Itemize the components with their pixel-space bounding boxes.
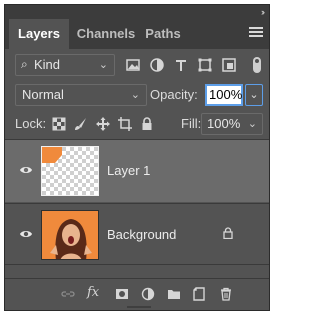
lock-icon <box>223 227 233 239</box>
tab-paths[interactable]: Paths <box>143 19 183 49</box>
tab-channels[interactable]: Channels <box>73 19 139 49</box>
lock-artboard-icon[interactable] <box>117 116 133 132</box>
panel-tabs: Layers Channels Paths <box>5 19 269 49</box>
lock-transparent-pixels-icon[interactable] <box>51 116 67 132</box>
chevron-down-icon: ⌄ <box>130 89 140 101</box>
search-icon: ⌕ <box>21 57 28 71</box>
chevron-down-icon: ⌄ <box>247 118 257 130</box>
layer-filter-row: ⌕ Kind ⌄ <box>5 51 269 79</box>
filter-toggle[interactable] <box>253 57 261 73</box>
resize-handle[interactable] <box>127 306 151 308</box>
type-filter-icon[interactable] <box>173 57 189 73</box>
panel-header: ›› <box>5 5 269 19</box>
fill-value: 100% <box>207 116 241 131</box>
blend-mode-select[interactable]: Normal ⌄ <box>15 84 147 106</box>
adjustment-filter-icon[interactable] <box>149 57 165 73</box>
opacity-label: Opacity: <box>150 87 198 102</box>
layer-row[interactable]: Background <box>5 203 269 265</box>
layer-thumbnail <box>41 210 99 260</box>
delete-icon[interactable] <box>219 287 233 301</box>
lock-image-pixels-icon[interactable] <box>73 116 89 132</box>
chevron-down-icon: ⌄ <box>249 89 259 101</box>
filter-kind-label: Kind <box>34 57 61 72</box>
opacity-slider-button[interactable]: ⌄ <box>245 84 263 106</box>
fill-select[interactable]: 100% ⌄ <box>201 113 263 135</box>
lock-row: Lock: Fill: 100% ⌄ <box>5 111 269 137</box>
add-mask-icon[interactable] <box>115 287 129 301</box>
layer-name: Layer 1 <box>107 163 151 178</box>
filter-kind-select[interactable]: ⌕ Kind ⌄ <box>15 54 115 76</box>
chevron-down-icon: ⌄ <box>98 59 108 71</box>
smart-object-filter-icon[interactable] <box>221 57 237 73</box>
panel-footer: fx <box>5 278 269 310</box>
portrait-image <box>42 211 98 259</box>
shape-filter-icon[interactable] <box>197 57 213 73</box>
fill-label: Fill: <box>181 116 202 131</box>
pixel-filter-icon[interactable] <box>125 57 141 73</box>
eye-icon[interactable] <box>19 164 33 176</box>
layer-thumbnail-art <box>42 147 62 163</box>
layer-thumbnail <box>41 146 99 196</box>
layers-panel: ›› Layers Channels Paths ⌕ Kind ⌄ Normal… <box>4 4 270 311</box>
new-layer-icon[interactable] <box>193 287 207 301</box>
link-layers-icon[interactable] <box>61 287 75 301</box>
new-group-icon[interactable] <box>167 287 181 301</box>
layer-row[interactable]: Layer 1 <box>5 140 269 202</box>
tab-layers[interactable]: Layers <box>9 19 69 49</box>
collapse-panel-icon[interactable]: ›› <box>261 7 265 17</box>
lock-all-icon[interactable] <box>139 116 155 132</box>
blend-row: Normal ⌄ Opacity: 100% ⌄ <box>5 81 269 109</box>
adjustment-layer-icon[interactable] <box>141 287 155 301</box>
eye-icon[interactable] <box>19 228 33 240</box>
fx-icon[interactable]: fx <box>87 285 101 300</box>
panel-menu-icon[interactable] <box>249 27 263 39</box>
lock-position-icon[interactable] <box>95 116 111 132</box>
opacity-input[interactable]: 100% <box>205 84 243 106</box>
lock-label: Lock: <box>15 116 47 131</box>
blend-mode-value: Normal <box>22 87 64 102</box>
layer-name: Background <box>107 227 177 242</box>
